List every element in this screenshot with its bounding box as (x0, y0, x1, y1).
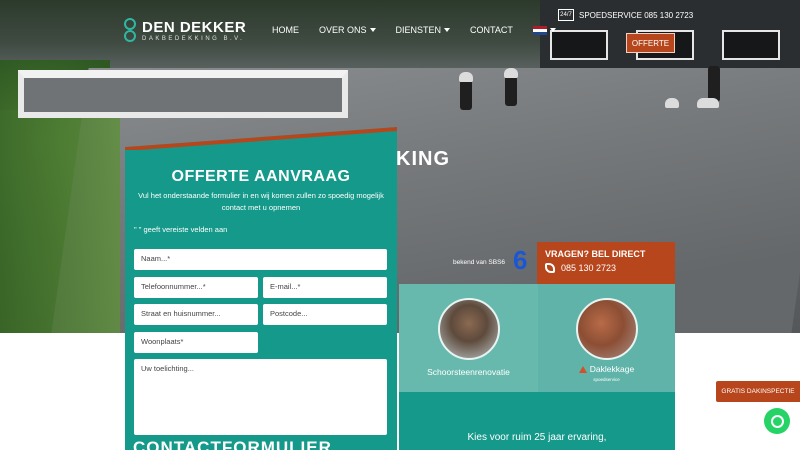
chevron-down-icon (549, 28, 556, 32)
nav-home-label: HOME (272, 25, 299, 35)
call-direct-title: VRAGEN? BEL DIRECT (545, 249, 646, 259)
logo-subtitle: DAKBEDEKKING B.V. (142, 36, 245, 42)
hero-title: KING (396, 148, 450, 170)
roof-vent-cap (665, 98, 679, 108)
quote-form-panel: OFFERTE AANVRAAG Vul het onderstaande fo… (125, 127, 397, 450)
experience-section: Kies voor ruim 25 jaar ervaring, (399, 392, 675, 450)
roof-vent-cap (697, 98, 719, 108)
phone-icon (545, 263, 555, 273)
site-header: DEN DEKKER DAKBEDEKKING B.V. HOME OVER O… (0, 0, 800, 70)
street-field[interactable]: Straat en huisnummer... (134, 304, 258, 325)
logo-name: DEN DEKKER (142, 19, 247, 36)
experience-text: Kies voor ruim 25 jaar ervaring, (467, 432, 607, 443)
bekend-van-text: bekend van SBS6 (453, 259, 506, 266)
city-field[interactable]: Woonplaats* (134, 332, 258, 353)
service-card-daklekkage[interactable]: Daklekkage spoedservice (538, 284, 675, 392)
service-card-label: Schoorsteenrenovatie (427, 367, 510, 377)
roof-vent (460, 80, 472, 110)
service-card-sub: spoedservice (593, 377, 620, 382)
chimney-photo-icon (437, 298, 500, 360)
language-selector[interactable] (523, 25, 566, 35)
spoedservice-text: SPOEDSERVICE 085 130 2723 (579, 10, 694, 20)
main-nav: HOME OVER ONS DIENSTEN CONTACT (262, 25, 566, 35)
sbs6-logo-icon: 6 (513, 245, 528, 275)
nav-over-ons-label: OVER ONS (319, 25, 367, 35)
hero-roof-edge (18, 70, 348, 118)
service-card-label-row: Daklekkage (538, 364, 675, 374)
email-field[interactable]: E-mail...* (263, 277, 387, 298)
chevron-down-icon (444, 28, 451, 32)
gratis-dakinspectie-button[interactable]: GRATIS DAKINSPECTIE (716, 381, 800, 402)
nav-over-ons[interactable]: OVER ONS (309, 25, 386, 35)
call-direct-phone[interactable]: 085 130 2723 (545, 263, 667, 273)
warning-icon (578, 366, 587, 373)
contact-form-heading: CONTACTFORMULIER (133, 438, 332, 450)
name-field[interactable]: Naam...* (134, 249, 387, 270)
postcode-field[interactable]: Postcode... (263, 304, 387, 325)
nav-contact-label: CONTACT (470, 25, 513, 35)
offerte-button[interactable]: OFFERTE (626, 33, 675, 53)
nav-contact[interactable]: CONTACT (460, 25, 523, 35)
whatsapp-icon[interactable] (764, 408, 790, 434)
form-required-note: " " geeft vereiste velden aan (134, 225, 228, 234)
form-title: OFFERTE AANVRAAG (171, 168, 351, 185)
message-textarea[interactable]: Uw toelichting... (134, 359, 387, 435)
hero-hedge (0, 110, 120, 333)
call-direct-box[interactable]: VRAGEN? BEL DIRECT 085 130 2723 (537, 242, 675, 284)
spoedservice-link[interactable]: 24/7 SPOEDSERVICE 085 130 2723 (558, 9, 693, 21)
logo-mark-icon (124, 18, 136, 44)
nav-diensten[interactable]: DIENSTEN (386, 25, 461, 35)
clock-24-7-icon: 24/7 (558, 9, 574, 21)
service-card-label: Daklekkage (589, 364, 635, 374)
nav-diensten-label: DIENSTEN (395, 25, 442, 35)
form-intro: Vul het onderstaande formulier in en wij… (138, 191, 384, 212)
roof-vent (505, 76, 517, 106)
roof-tiles-photo-icon (575, 298, 638, 360)
chevron-down-icon (369, 28, 376, 32)
call-direct-number: 085 130 2723 (561, 263, 617, 273)
service-card-schoorsteen[interactable]: Schoorsteenrenovatie (399, 284, 538, 392)
roof-vent (708, 66, 720, 102)
roof-vent-cap (459, 72, 473, 82)
nav-home[interactable]: HOME (262, 25, 309, 35)
nl-flag-icon (532, 25, 547, 35)
phone-field[interactable]: Telefoonnummer...* (134, 277, 258, 298)
site-logo[interactable]: DEN DEKKER DAKBEDEKKING B.V. (124, 18, 246, 44)
